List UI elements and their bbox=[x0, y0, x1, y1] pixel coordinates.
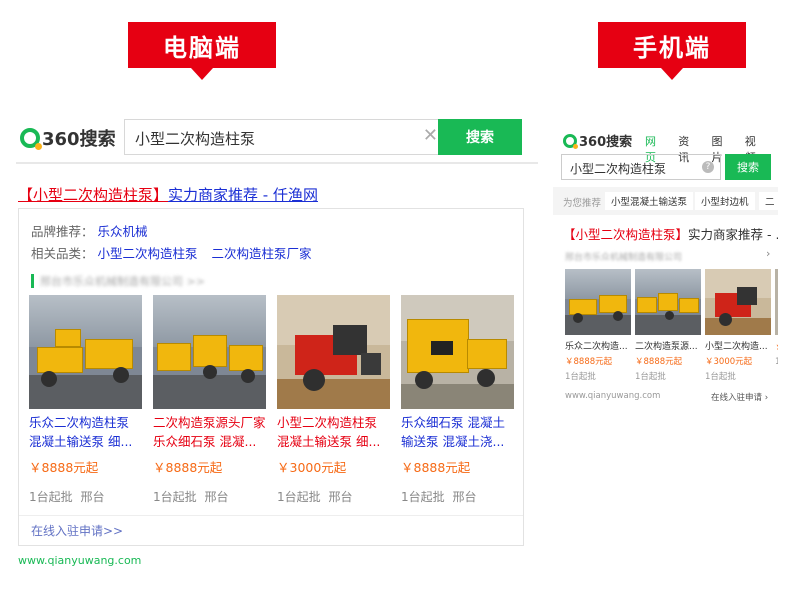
logo-icon bbox=[563, 133, 578, 149]
product-meta: 1台起批 bbox=[635, 372, 666, 382]
desktop-apply-link[interactable]: 在线入驻申请>> bbox=[19, 515, 523, 545]
related-link-1[interactable]: 小型二次构造柱泵 bbox=[98, 246, 198, 261]
product-price: ￥8888元起 bbox=[401, 460, 471, 475]
product-card[interactable]: 乐众细石泵 混凝土输送泵 混凝土浇... ￥8888元起 1台起批 邢台 bbox=[401, 295, 514, 505]
mobile-label: 手机端 bbox=[598, 22, 746, 80]
product-name[interactable]: 乐众细石泵 混凝土输送泵 混凝土浇... bbox=[401, 413, 514, 451]
desktop-search-header: 360搜索 小型二次构造柱泵 ✕ 搜索 bbox=[16, 112, 538, 164]
product-meta: 1台起批 bbox=[705, 372, 736, 382]
result-title-rest[interactable]: 实力商家推荐 - 仟渔网 bbox=[168, 186, 318, 204]
related-row: 相关品类： 小型二次构造柱泵 二次构造柱泵厂家 bbox=[31, 243, 322, 262]
product-image[interactable] bbox=[775, 269, 778, 335]
product-image[interactable] bbox=[29, 295, 142, 409]
product-price: ￥3000元起 bbox=[705, 357, 753, 367]
product-name[interactable]: 二次构造泵源... bbox=[635, 339, 701, 352]
desktop-search-button[interactable]: 搜索 bbox=[438, 119, 522, 155]
product-price: ￥8888元起 bbox=[29, 460, 99, 475]
product-name[interactable]: 二次构造泵源头厂家 乐众细石泵 混凝... bbox=[153, 413, 266, 451]
product-meta: 1台起批 邢台 bbox=[277, 490, 353, 504]
product-price: ￥8888元起 bbox=[635, 357, 683, 367]
product-price: ￥8888元起 bbox=[153, 460, 223, 475]
product-name[interactable]: 乐众二次构造... bbox=[565, 339, 631, 352]
mobile-product-list: 乐众二次构造... ￥8888元起 1台起批 二次构造泵源... ￥8888元起… bbox=[565, 269, 778, 382]
recommend-chip[interactable]: 小型混凝土输送泵 bbox=[605, 192, 694, 210]
company-bar bbox=[31, 274, 34, 288]
brand-row: 品牌推荐： 乐众机械 bbox=[31, 221, 158, 240]
product-card[interactable]: 小型二次构造... ￥3000元起 1台起批 bbox=[705, 269, 771, 382]
product-image[interactable] bbox=[153, 295, 266, 409]
product-card[interactable]: ￥ 1 bbox=[775, 269, 778, 367]
search-query: 小型二次构造柱泵 bbox=[135, 130, 256, 148]
result-title-rest[interactable]: 实力商家推荐 - ... bbox=[688, 227, 778, 242]
product-card[interactable]: 二次构造泵源... ￥8888元起 1台起批 bbox=[635, 269, 701, 382]
desktop-logo[interactable]: 360搜索 bbox=[20, 125, 116, 151]
related-link-2[interactable]: 二次构造柱泵厂家 bbox=[212, 246, 312, 261]
product-meta: 1 bbox=[775, 357, 778, 367]
brand-link[interactable]: 乐众机械 bbox=[98, 224, 148, 239]
product-card[interactable]: 二次构造泵源头厂家 乐众细石泵 混凝... ￥8888元起 1台起批 邢台 bbox=[153, 295, 266, 505]
mobile-view: 360搜索 网页 资讯 图片 视频 小型二次构造柱泵 ? 搜索 为您推荐 小型混… bbox=[553, 123, 778, 410]
desktop-search-input[interactable]: 小型二次构造柱泵 ✕ bbox=[124, 119, 448, 155]
company-row[interactable]: 邢台市乐众机械制造有限公司 >> bbox=[31, 273, 205, 289]
product-meta: 1台起批 邢台 bbox=[401, 490, 477, 504]
recommend-chip[interactable]: 二 bbox=[759, 192, 778, 210]
desktop-domain: www.qianyuwang.com bbox=[18, 554, 142, 567]
product-image[interactable] bbox=[635, 269, 701, 335]
product-name[interactable]: 小型二次构造柱泵 混凝土输送泵 细... bbox=[277, 413, 390, 451]
mobile-result-title[interactable]: 【小型二次构造柱泵】实力商家推荐 - ... bbox=[563, 224, 778, 243]
logo-icon bbox=[20, 128, 42, 150]
mobile-logo[interactable]: 360搜索 bbox=[563, 131, 632, 150]
result-title-highlight[interactable]: 【小型二次构造柱泵】 bbox=[18, 186, 168, 204]
product-meta: 1台起批 bbox=[565, 372, 596, 382]
product-image[interactable] bbox=[705, 269, 771, 335]
product-image[interactable] bbox=[565, 269, 631, 335]
related-label: 相关品类： bbox=[31, 246, 94, 261]
clear-icon[interactable]: ✕ bbox=[423, 125, 438, 146]
brand-label: 品牌推荐： bbox=[31, 224, 94, 239]
mobile-domain: www.qianyuwang.com bbox=[565, 391, 661, 401]
product-price: ￥3000元起 bbox=[277, 460, 347, 475]
result-title-highlight[interactable]: 【小型二次构造柱泵】 bbox=[563, 227, 688, 242]
company-name-blurred: 邢台市乐众机械制造有限公司 >> bbox=[40, 275, 205, 288]
product-image[interactable] bbox=[401, 295, 514, 409]
recommend-bar: 为您推荐 小型混凝土输送泵 小型封边机 二 bbox=[553, 187, 778, 215]
clear-icon[interactable]: ? bbox=[702, 161, 714, 173]
product-meta: 1台起批 邢台 bbox=[153, 490, 229, 504]
product-card[interactable]: 乐众二次构造... ￥8888元起 1台起批 bbox=[565, 269, 631, 382]
mobile-search-input[interactable]: 小型二次构造柱泵 ? bbox=[561, 154, 721, 180]
desktop-product-list: 乐众二次构造柱泵 混凝土输送泵 细... ￥8888元起 1台起批 邢台 二次构… bbox=[29, 295, 515, 504]
recommend-label: 为您推荐 bbox=[563, 198, 602, 209]
product-image[interactable] bbox=[277, 295, 390, 409]
search-query: 小型二次构造柱泵 bbox=[570, 162, 667, 176]
logo-text: 360搜索 bbox=[42, 129, 116, 150]
chevron-right-icon[interactable]: › bbox=[766, 247, 770, 260]
mobile-search-button[interactable]: 搜索 bbox=[725, 154, 771, 180]
product-name[interactable]: 小型二次构造... bbox=[705, 339, 771, 352]
company-name-blurred[interactable]: 邢台市乐众机械制造有限公司 bbox=[565, 250, 682, 263]
product-card[interactable]: 小型二次构造柱泵 混凝土输送泵 细... ￥3000元起 1台起批 邢台 bbox=[277, 295, 390, 505]
product-name[interactable]: 乐众二次构造柱泵 混凝土输送泵 细... bbox=[29, 413, 142, 451]
desktop-label: 电脑端 bbox=[128, 22, 276, 80]
desktop-result-card: 品牌推荐： 乐众机械 相关品类： 小型二次构造柱泵 二次构造柱泵厂家 邢台市乐众… bbox=[18, 208, 524, 546]
logo-text: 360搜索 bbox=[579, 135, 633, 150]
product-card[interactable]: 乐众二次构造柱泵 混凝土输送泵 细... ￥8888元起 1台起批 邢台 bbox=[29, 295, 142, 505]
desktop-result-title[interactable]: 【小型二次构造柱泵】实力商家推荐 - 仟渔网 bbox=[18, 184, 318, 205]
mobile-apply-link[interactable]: 在线入驻申请 › bbox=[711, 391, 768, 403]
product-meta: 1台起批 邢台 bbox=[29, 490, 105, 504]
product-price: ￥8888元起 bbox=[565, 357, 613, 367]
recommend-chip[interactable]: 小型封边机 bbox=[695, 192, 755, 210]
product-price: ￥ bbox=[775, 342, 778, 354]
